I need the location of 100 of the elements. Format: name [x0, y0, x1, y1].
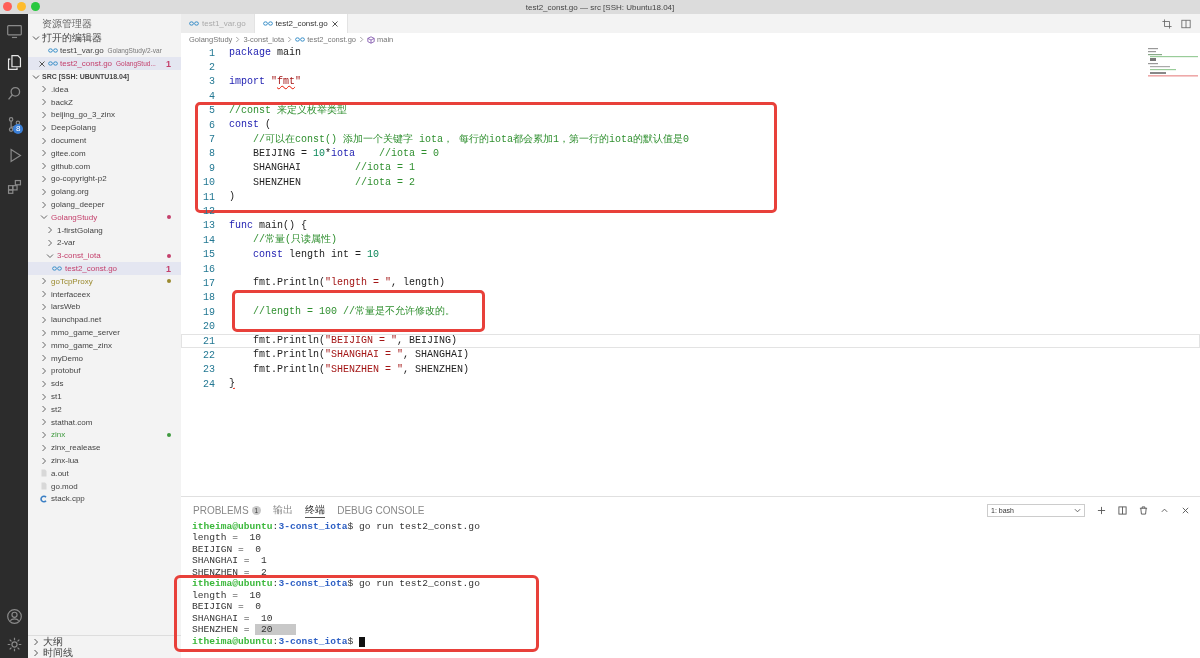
line-number: 14 — [202, 234, 215, 246]
problem-count: 1 — [166, 263, 171, 274]
chevron-down-icon — [32, 33, 40, 42]
cube-icon — [367, 35, 376, 44]
trash-icon[interactable] — [1139, 505, 1148, 515]
code-line: fmt.Println("SHANGHAI = ", SHANGHAI) — [252, 348, 471, 363]
terminal-line: itheima@ubuntu:3-const_iota$ — [192, 635, 355, 648]
close-window-icon[interactable] — [3, 2, 12, 11]
tree-item[interactable]: 1-firstGolang — [28, 223, 181, 237]
close-icon[interactable] — [330, 19, 339, 28]
tree-item[interactable]: document — [28, 134, 181, 147]
chevron-right-icon — [235, 36, 241, 43]
code-line: //可以在const() 添加一个关键字 iota， 每行的iota都会累加1，第一行的iota的默认值是0 — [252, 132, 691, 147]
terminal-line: length = 10 — [192, 532, 262, 545]
split-editor-icon[interactable] — [1181, 18, 1191, 29]
go-file-icon — [48, 48, 58, 53]
c-file-icon — [40, 494, 48, 503]
terminal-line: SHENZHEN = 2 — [192, 566, 267, 579]
line-number: 11 — [202, 191, 215, 203]
tree-item[interactable]: github.com — [28, 159, 181, 173]
section-header[interactable]: 打开的编辑器 — [28, 31, 181, 44]
tree-item[interactable]: a.out — [28, 466, 181, 480]
panel-tab[interactable]: 终端 — [305, 502, 326, 518]
terminal-line: SHENZHEN = 20 — [192, 624, 296, 637]
tree-item[interactable]: zinx_realease — [28, 441, 181, 455]
editor-tab[interactable]: test2_const.go — [254, 14, 348, 33]
tree-item[interactable]: 2-var — [28, 236, 181, 250]
code-line: const ( — [228, 118, 273, 133]
tree-item[interactable]: launchpad.net — [28, 313, 181, 327]
line-number: 1 — [208, 47, 215, 59]
code-line: func main() { — [228, 218, 309, 233]
go-file-icon — [189, 21, 199, 26]
tree-item[interactable]: sds — [28, 377, 181, 391]
code-line: ) — [228, 190, 236, 205]
section-header[interactable]: 时间线 — [28, 647, 181, 658]
tree-item[interactable]: DeepGolang — [28, 121, 181, 135]
panel-title: 资源管理器 — [41, 17, 92, 31]
code-line: fmt.Println("length = ", length) — [252, 276, 447, 291]
code-line: SHENZHEN //iota = 2 — [252, 175, 417, 190]
line-number: 21 — [202, 335, 215, 347]
line-number: 22 — [202, 349, 215, 361]
line-number: 16 — [202, 263, 215, 275]
tree-item[interactable]: .idea — [28, 83, 181, 96]
go-file-icon — [48, 61, 58, 66]
code-line: fmt.Println("BEIJIGN = ", BEIJING) — [252, 334, 459, 348]
crop-icon[interactable] — [1162, 18, 1172, 29]
tree-item[interactable]: stack.cpp — [28, 492, 181, 506]
line-number: 5 — [208, 105, 215, 117]
code-line: package main — [228, 46, 303, 61]
tree-item[interactable]: interfaceex — [28, 287, 181, 301]
tree-item[interactable]: mmo_game_server — [28, 326, 181, 339]
line-number: 13 — [202, 220, 215, 232]
settings-icon — [5, 635, 23, 653]
section-header[interactable]: 大纲 — [28, 636, 181, 647]
line-number: 24 — [202, 378, 215, 390]
tree-item[interactable]: golang.org — [28, 185, 181, 199]
files-icon — [5, 54, 23, 71]
go-file-icon — [52, 266, 62, 272]
split-terminal-icon[interactable] — [1118, 505, 1127, 515]
problem-count: 1 — [166, 58, 171, 69]
tree-item[interactable]: mmo_game_zinx — [28, 338, 181, 352]
line-number: 6 — [208, 119, 215, 131]
tree-item[interactable]: myDemo — [28, 351, 181, 365]
panel-tab[interactable]: 输出 — [273, 502, 294, 518]
panel-tab[interactable]: DEBUG CONSOLE — [337, 502, 425, 518]
go-file-icon — [295, 37, 306, 42]
tree-item[interactable]: gitee.com — [28, 147, 181, 160]
plus-icon[interactable] — [1097, 505, 1106, 515]
tree-item[interactable]: golang_deeper — [28, 198, 181, 211]
tree-item[interactable]: st2 — [28, 402, 181, 416]
code-line: } — [228, 377, 236, 392]
tree-item[interactable]: go.mod — [28, 479, 181, 493]
close-icon[interactable] — [1181, 505, 1190, 515]
tree-item[interactable]: protobuf — [28, 364, 181, 378]
line-number: 10 — [202, 177, 215, 189]
tree-item[interactable]: larsWeb — [28, 300, 181, 314]
extensions-icon — [5, 178, 23, 195]
go-file-icon — [262, 21, 273, 26]
source-control-button[interactable]: 8 — [0, 109, 28, 140]
line-number: 15 — [202, 249, 215, 261]
tree-item[interactable]: go-copyright-p2 — [28, 172, 181, 186]
search-icon — [5, 85, 23, 102]
tree-item[interactable]: beijing_go_3_zinx — [28, 108, 181, 122]
tree-item[interactable]: 3-const_iota — [28, 249, 181, 263]
tree-item[interactable]: zinx-lua — [28, 454, 181, 467]
terminal-line: itheima@ubuntu:3-const_iota$ go run test2_const.go — [192, 578, 480, 591]
close-icon[interactable] — [38, 59, 46, 68]
code-line: //常量(只读属性) — [252, 233, 338, 248]
terminal-line: length = 10 — [192, 589, 262, 602]
line-number: 9 — [208, 162, 215, 174]
chevron-right-icon — [359, 36, 365, 43]
account-icon — [5, 607, 23, 625]
tree-item[interactable]: GolangStudy — [28, 210, 181, 224]
tree-item[interactable]: backZ — [28, 95, 181, 109]
code-line: BEIJING = 10*iota //iota = 0 — [252, 146, 441, 161]
tree-item[interactable]: st1 — [28, 390, 181, 403]
code-line: //length = 100 //常量是不允许修改的。 — [252, 305, 457, 320]
code-line: fmt.Println("SHENZHEN = ", SHENZHEN) — [252, 362, 471, 377]
tree-item[interactable]: test2_const.go 1 — [28, 262, 181, 275]
tree-item[interactable]: stathat.com — [28, 415, 181, 429]
